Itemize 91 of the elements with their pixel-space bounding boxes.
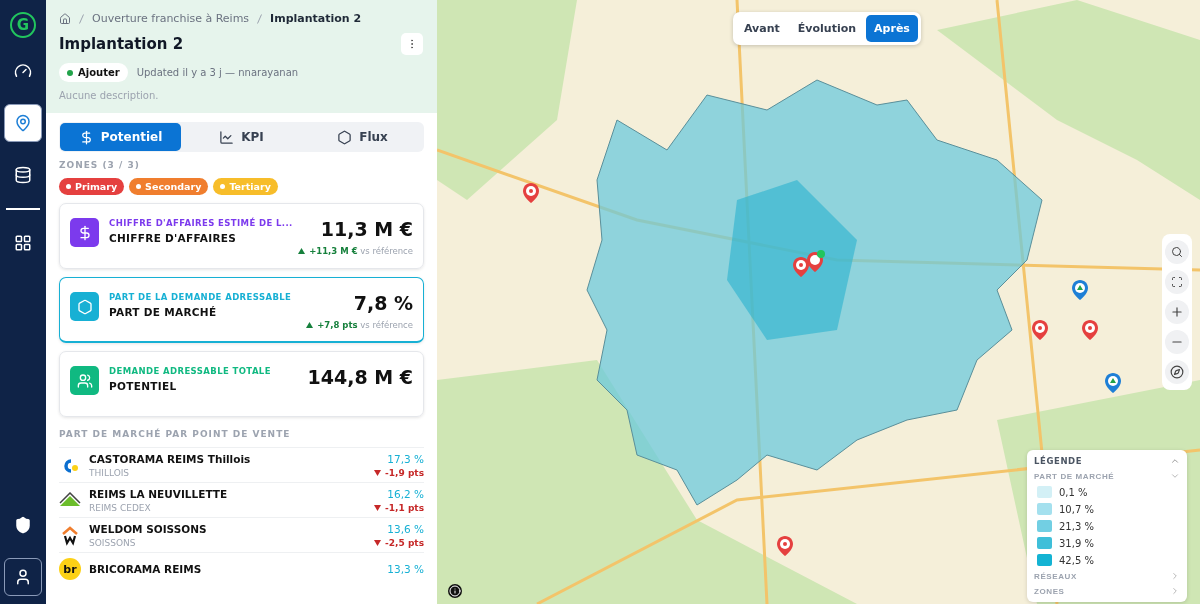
status-badge[interactable]: Ajouter (59, 63, 128, 82)
metric-value: 144,8 M € (307, 366, 413, 388)
gauge-icon (14, 62, 32, 80)
store-city: SOISSONS (89, 538, 137, 548)
store-share: 16,2 % (387, 488, 424, 500)
map-pin-icon (14, 114, 32, 132)
scan-icon (1171, 276, 1183, 288)
metric-card[interactable]: PART DE LA DEMANDE ADRESSABLE PART DE MARCHÉ 7,8 % +7,8 pts vs référence (59, 277, 424, 343)
people-icon (76, 372, 93, 389)
tab[interactable]: Potentiel (60, 123, 181, 151)
store-name: CASTORAMA REIMS Thillois (89, 453, 252, 465)
updated-text: Updated il y a 3 j — nnarayanan (136, 67, 299, 78)
hexagon-icon (76, 298, 93, 315)
store-share: 13,3 % (387, 563, 424, 575)
grid-icon (14, 234, 32, 252)
focus-button[interactable] (1165, 270, 1189, 294)
legend-label: 21,3 % (1059, 520, 1094, 532)
metric-caption: DEMANDE ADRESSABLE TOTALE (109, 366, 272, 376)
store-name: REIMS LA NEUVILLETTE (89, 488, 229, 500)
slash-separator-icon (79, 13, 84, 24)
metric-delta: +11,3 M € vs référence (298, 246, 413, 256)
legend-label: 10,7 % (1059, 503, 1094, 515)
compass-icon (1170, 365, 1184, 379)
hexagon-icon (337, 129, 353, 145)
tab[interactable]: Flux (302, 123, 423, 151)
map-pin-icon[interactable] (777, 536, 793, 556)
store-name: WELDOM SOISSONS (89, 523, 208, 535)
zones-label: ZONES (3 / 3) (59, 160, 141, 170)
store-logo: br (59, 558, 81, 580)
map-pin-icon[interactable] (807, 250, 825, 272)
compass-button[interactable] (1165, 360, 1189, 384)
legend-title: LÉGENDE (1034, 456, 1083, 466)
metric-card[interactable]: DEMANDE ADRESSABLE TOTALE POTENTIEL 144,8 M € (59, 351, 424, 417)
metric-title: POTENTIEL (109, 380, 178, 392)
metric-card[interactable]: CHIFFRE D'AFFAIRES ESTIMÉ DE L... CHIFFRE D'AFFAIRES 11,3 M € +11,3 M € vs référence (59, 203, 424, 269)
app-logo: G (10, 12, 36, 38)
map-pin-icon[interactable] (1032, 320, 1048, 340)
map-pin-icon[interactable] (1082, 320, 1098, 340)
nav-button[interactable] (4, 104, 42, 142)
zone-chip[interactable]: Primary (59, 178, 125, 195)
map-background[interactable]: Avant Évolution Après LÉGENDE PART DE MARCHÉ 0,1 % 10,7 % 21,3 % 31,9 % 42,5 % RÉSEAUX ZONES (437, 0, 1200, 604)
store-row[interactable]: REIMS LA NEUVILLETTE REIMS CEDEX 16,2 % -1,1 pts (59, 482, 424, 517)
triangle-up-icon (298, 248, 306, 254)
user-icon (14, 568, 32, 586)
store-city: THILLOIS (89, 468, 131, 478)
tab[interactable]: KPI (181, 123, 302, 151)
page-title: Implantation 2 (59, 35, 184, 53)
description-text: Aucune description. (59, 90, 160, 101)
search-button[interactable] (1165, 240, 1189, 264)
store-share: 17,3 % (387, 453, 424, 465)
metric-delta: +7,8 pts vs référence (306, 320, 413, 330)
view-toggle-button[interactable]: Après (866, 15, 918, 42)
legend-label: 42,5 % (1059, 554, 1094, 566)
legend-label: 0,1 % (1059, 486, 1088, 498)
triangle-up-icon (306, 322, 314, 328)
info-icon (449, 585, 461, 597)
map-pin-icon[interactable] (1072, 280, 1088, 300)
store-city: REIMS CEDEX (89, 503, 152, 513)
slash-separator-icon (257, 13, 263, 24)
store-delta: -2,5 pts (385, 538, 424, 548)
map-pin-icon[interactable] (793, 257, 809, 277)
view-toggle-button[interactable]: Évolution (789, 15, 865, 42)
stores-heading: PART DE MARCHÉ PAR POINT DE VENTE (59, 429, 292, 439)
database-icon (14, 166, 32, 184)
map-pin-icon[interactable] (523, 183, 539, 203)
legend-label: 31,9 % (1059, 537, 1094, 549)
view-toggle-button[interactable]: Avant (736, 15, 788, 42)
house-logo-icon (61, 525, 79, 546)
store-delta: -1,9 pts (385, 468, 424, 478)
store-name: BRICORAMA REIMS (89, 563, 203, 575)
metric-title: CHIFFRE D'AFFAIRES (109, 232, 238, 244)
breadcrumb-current: Implantation 2 (270, 12, 362, 25)
nav-button[interactable] (4, 558, 42, 596)
search-icon (1171, 246, 1183, 258)
map-pin-icon[interactable] (1105, 373, 1121, 393)
plus-icon (1170, 305, 1184, 319)
store-delta: -1,1 pts (385, 503, 424, 513)
home-icon[interactable] (59, 12, 71, 25)
metric-value: 7,8 % (353, 292, 413, 314)
metric-value: 11,3 M € (320, 218, 413, 240)
metric-caption: PART DE LA DEMANDE ADRESSABLE (109, 292, 293, 302)
zoom-out-button[interactable] (1165, 330, 1189, 354)
breadcrumb-link[interactable]: Ouverture franchise à Reims (92, 12, 250, 25)
line-chart-icon (219, 129, 235, 145)
store-share: 13,6 % (387, 523, 424, 535)
metric-title: PART DE MARCHÉ (109, 306, 218, 318)
store-row[interactable]: CASTORAMA REIMS Thillois THILLOIS 17,3 % -1,9 pts (59, 447, 424, 482)
zoom-in-button[interactable] (1165, 300, 1189, 324)
shield-icon (14, 516, 32, 534)
store-row[interactable]: br BRICORAMA REIMS 13,3 % (59, 552, 424, 584)
store-row[interactable]: WELDOM SOISSONS SOISSONS 13,6 % -2,5 pts (59, 517, 424, 552)
